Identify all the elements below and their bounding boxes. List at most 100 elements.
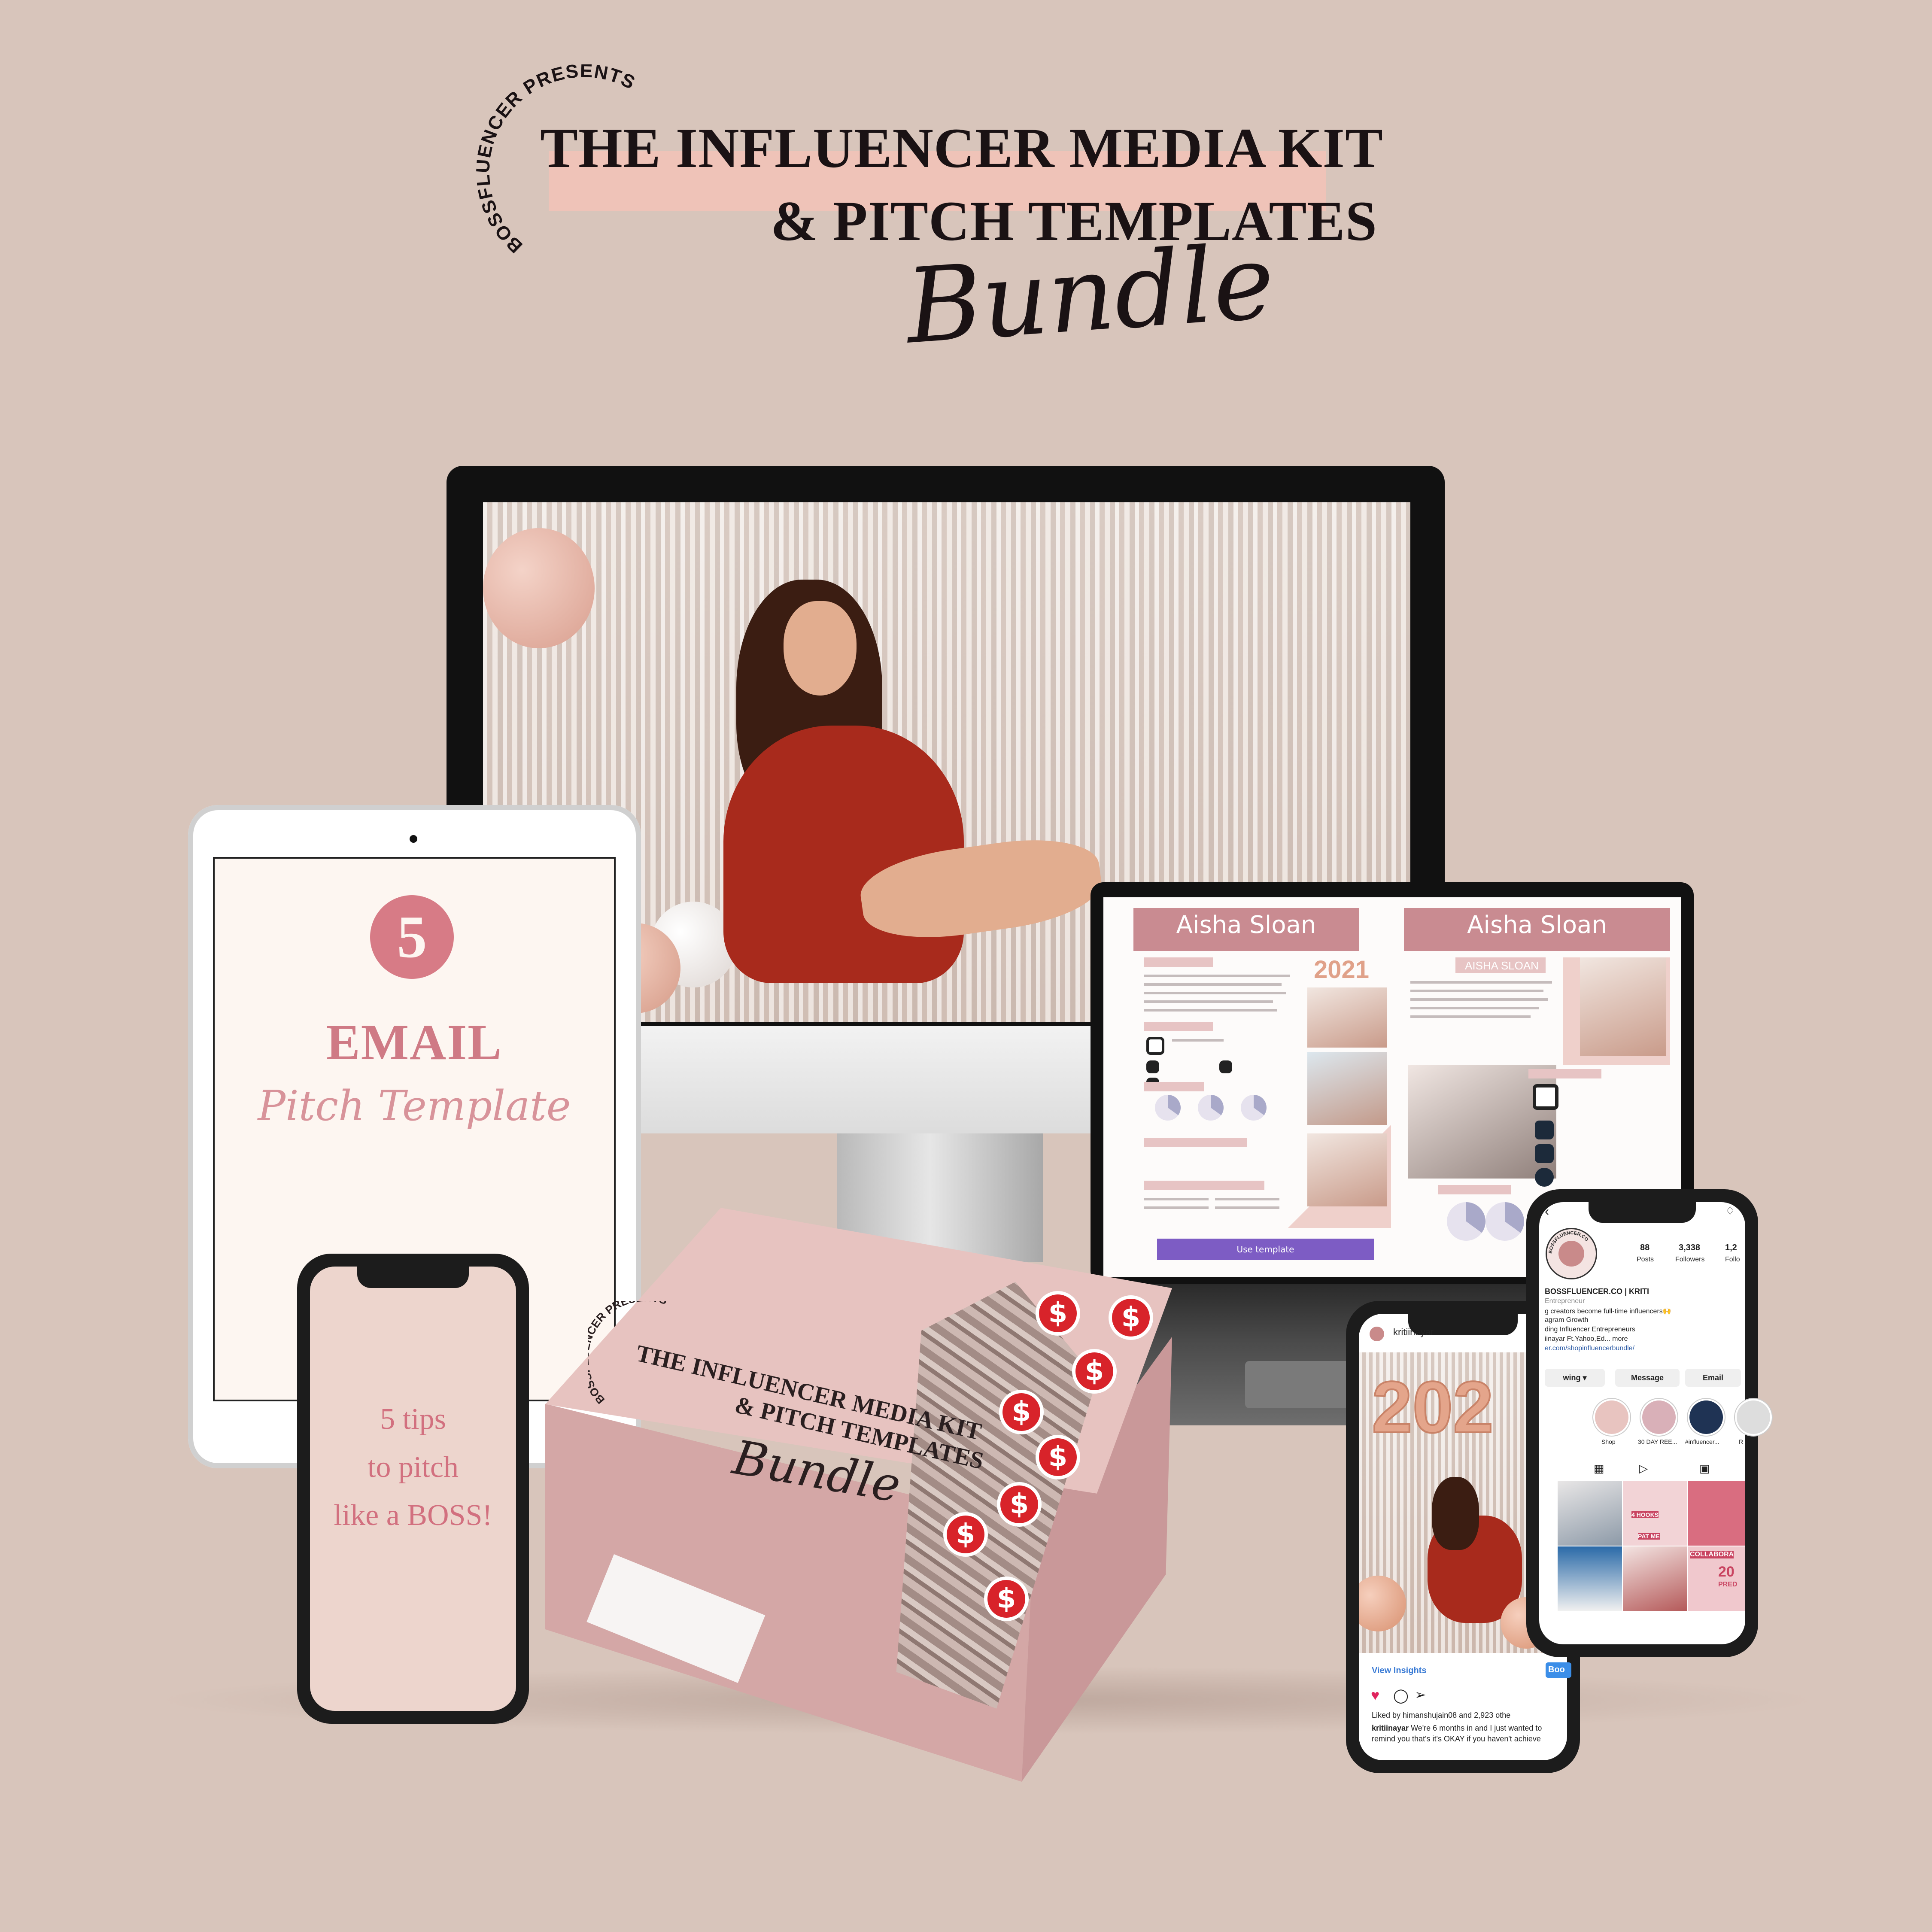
bio-line-2: agram Growth — [1545, 1316, 1589, 1324]
following-button[interactable]: wing ▾ — [1545, 1369, 1605, 1387]
media-kit-sub-banner-text: AISHA SLOAN — [1465, 959, 1539, 972]
email-button[interactable]: Email — [1685, 1369, 1741, 1387]
media-kit-photo — [1307, 987, 1387, 1048]
ms-text-line — [1215, 1206, 1279, 1209]
profile-link[interactable]: er.com/shopinfluencerbundle/ — [1545, 1345, 1634, 1352]
followers-label[interactable]: Followers — [1675, 1256, 1704, 1264]
following-count[interactable]: 1,2 — [1725, 1243, 1737, 1253]
pinterest-icon — [1535, 1168, 1554, 1187]
ms-section-label — [1528, 1069, 1601, 1078]
grid-text: PAT ME — [1638, 1533, 1660, 1540]
following-label[interactable]: Follo — [1725, 1256, 1740, 1264]
stats-pie-chart — [1485, 1202, 1524, 1241]
avatar-ring-text: BOSSFLUENCER.CO — [1548, 1230, 1589, 1254]
use-template-button[interactable]: Use template — [1157, 1239, 1374, 1260]
dollar-sign-icon: $ — [1000, 1485, 1038, 1523]
balloon — [1359, 1576, 1406, 1631]
highlight-label-partial: R — [1739, 1438, 1744, 1445]
ms-text-line — [1144, 1009, 1277, 1012]
stats-pie-chart — [1198, 1095, 1224, 1121]
liked-by-text: Liked by himanshujain08 and 2,923 othe — [1372, 1711, 1511, 1719]
ms-text-line — [1144, 1000, 1273, 1003]
media-kit-left-header: Aisha Sloan — [1133, 908, 1359, 951]
grid-post[interactable]: 4 HOOKS PAT ME — [1623, 1481, 1687, 1546]
caption-text: We're 6 months in and I just wanted to — [1411, 1724, 1542, 1732]
highlight-label-shop: Shop — [1601, 1438, 1616, 1445]
twitter-icon — [1535, 1121, 1554, 1139]
pitch-template-script: Pitch Template — [258, 1082, 571, 1130]
posts-label: Posts — [1637, 1256, 1654, 1263]
followers-count[interactable]: 3,338 — [1679, 1243, 1700, 1253]
bio-line-1: g creators become full-time influencers🙌 — [1545, 1308, 1671, 1315]
highlight-shop[interactable] — [1595, 1400, 1628, 1434]
grid-text: 4 HOOKS — [1631, 1511, 1659, 1518]
highlight-influencer[interactable] — [1689, 1400, 1723, 1434]
grid-post[interactable] — [1688, 1481, 1745, 1546]
heart-icon[interactable]: ♥ — [1371, 1687, 1379, 1704]
stats-pie-chart — [1155, 1095, 1181, 1121]
notification-bell-icon[interactable]: ♢ — [1725, 1204, 1735, 1218]
ms-section-label — [1144, 1082, 1204, 1091]
ms-text-line — [1144, 983, 1282, 986]
media-kit-photo — [1408, 1065, 1556, 1179]
message-button[interactable]: Message — [1615, 1369, 1680, 1387]
highlight-partial[interactable] — [1737, 1400, 1770, 1434]
ms-text-line — [1172, 1039, 1224, 1042]
tablet-camera — [410, 835, 417, 843]
ms-section-label — [1144, 957, 1213, 967]
back-chevron-icon[interactable]: ‹ — [1545, 1204, 1549, 1219]
comment-icon[interactable]: ◯ — [1393, 1687, 1409, 1704]
email-headline: EMAIL — [326, 1014, 502, 1070]
grid-text: COLLABORA — [1690, 1551, 1734, 1558]
grid-post[interactable] — [1558, 1546, 1622, 1611]
dollar-sign-icon: $ — [1039, 1294, 1077, 1332]
boost-button[interactable]: Boo — [1546, 1662, 1571, 1678]
media-kit-photo — [1307, 1133, 1387, 1206]
grid-post[interactable]: COLLABORA 20 PRED — [1688, 1546, 1745, 1611]
facebook-icon — [1219, 1060, 1232, 1073]
tagged-tab-icon[interactable]: ▣ — [1699, 1462, 1710, 1475]
post-username[interactable]: kritiinayar — [1393, 1327, 1434, 1338]
tips-text: 5 tips to pitch like a BOSS! — [310, 1395, 516, 1540]
balloon-number: 202 — [1371, 1366, 1495, 1449]
ms-text-line — [1410, 981, 1552, 984]
dollar-sign-icon: $ — [987, 1580, 1025, 1618]
number-badge: 5 — [370, 895, 454, 979]
share-icon[interactable]: ➢ — [1415, 1686, 1426, 1703]
grid-text: 20 — [1718, 1564, 1735, 1580]
grid-post[interactable] — [1623, 1546, 1687, 1611]
avatar[interactable] — [1370, 1327, 1384, 1341]
tips-line-3: like a BOSS! — [334, 1499, 492, 1532]
media-kit-photo — [1307, 1052, 1387, 1125]
dollar-sign-icon: $ — [1112, 1299, 1150, 1337]
reels-tab-icon[interactable]: ▷ — [1639, 1462, 1648, 1475]
media-kit-photo — [1580, 957, 1666, 1056]
highlight-label-30-day: 30 DAY REE... — [1638, 1438, 1677, 1445]
posts-count: 88 — [1640, 1243, 1650, 1252]
year-badge: 2021 — [1314, 956, 1370, 984]
media-kit-left-name: Aisha Sloan — [1176, 911, 1316, 939]
dollar-sign-icon: $ — [1075, 1352, 1113, 1390]
profile-category: Entrepreneur — [1545, 1297, 1585, 1305]
dollar-sign-icon: $ — [947, 1516, 984, 1553]
view-insights-link[interactable]: View Insights — [1372, 1666, 1426, 1676]
caption-username[interactable]: kritiinayar — [1372, 1724, 1409, 1732]
ms-text-line — [1410, 990, 1543, 992]
highlight-label-influencer: #influencer... — [1685, 1438, 1719, 1445]
grid-post[interactable] — [1558, 1481, 1622, 1546]
dollar-sign-icon: $ — [1002, 1393, 1040, 1431]
caption-line-1: kritiinayar We're 6 months in and I just… — [1372, 1724, 1542, 1733]
boost-button-label: Boo — [1548, 1665, 1565, 1674]
highlight-30-day[interactable] — [1642, 1400, 1676, 1434]
svg-text:BOSSFLUENCER.CO: BOSSFLUENCER.CO — [1548, 1230, 1589, 1254]
ms-section-label — [1144, 1181, 1264, 1190]
phone-notch — [357, 1267, 469, 1288]
balloon — [483, 528, 595, 648]
ms-section-label — [1144, 1022, 1213, 1031]
grid-tab-icon[interactable]: ▦ — [1594, 1462, 1604, 1475]
ms-text-line — [1410, 1007, 1539, 1009]
stats-pie-chart — [1447, 1202, 1485, 1241]
ms-section-label — [1144, 1138, 1247, 1147]
grid-text: PRED — [1718, 1581, 1738, 1588]
ms-text-line — [1410, 998, 1548, 1001]
